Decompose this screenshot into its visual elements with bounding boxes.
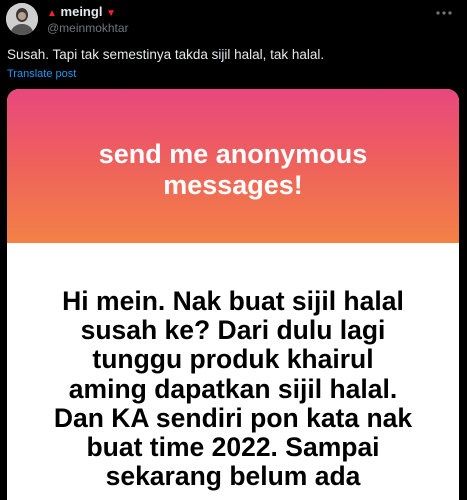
avatar-image: [6, 3, 38, 35]
message-line: buat time 2022. Sampai: [86, 432, 380, 463]
avatar[interactable]: [6, 3, 38, 35]
card-header: send me anonymous messages!: [7, 89, 459, 243]
card-title: send me anonymous messages!: [7, 139, 459, 201]
tweet: ▲ meingl ▼ @meinmokhtar Susah. Tapi tak …: [0, 0, 467, 500]
message-line: tunggu produk khairul: [92, 344, 374, 375]
message-line: susah ke? Dari dulu lagi: [80, 315, 386, 346]
tweet-text: Susah. Tapi tak semestinya takda sijil h…: [7, 47, 325, 62]
badge-suffix: ▼: [106, 8, 116, 19]
translate-post-link[interactable]: Translate post: [7, 67, 76, 81]
media-card[interactable]: send me anonymous messages! Hi mein. Nak…: [7, 89, 459, 500]
tweet-header: ▲ meingl ▼ @meinmokhtar: [0, 0, 467, 40]
message-line: aming dapatkan sijil halal.: [68, 373, 398, 404]
display-name[interactable]: ▲ meingl ▼: [47, 4, 116, 20]
message-line: Hi mein. Nak buat sijil halal: [62, 286, 404, 316]
message-line: Dan KA sendiri pon kata nak: [53, 402, 413, 433]
card-title-line: messages!: [163, 170, 303, 200]
anonymous-message: Hi mein. Nak buat sijil halal susah ke? …: [7, 286, 459, 492]
card-title-line: send me anonymous: [98, 139, 368, 169]
card-body: Hi mein. Nak buat sijil halal susah ke? …: [7, 243, 459, 500]
display-name-text: meingl: [60, 4, 103, 19]
more-horizontal-icon[interactable]: [435, 4, 453, 22]
message-line: sekarang belum ada: [105, 461, 361, 492]
badge-prefix: ▲: [47, 8, 57, 19]
user-handle[interactable]: @meinmokhtar: [47, 21, 129, 35]
